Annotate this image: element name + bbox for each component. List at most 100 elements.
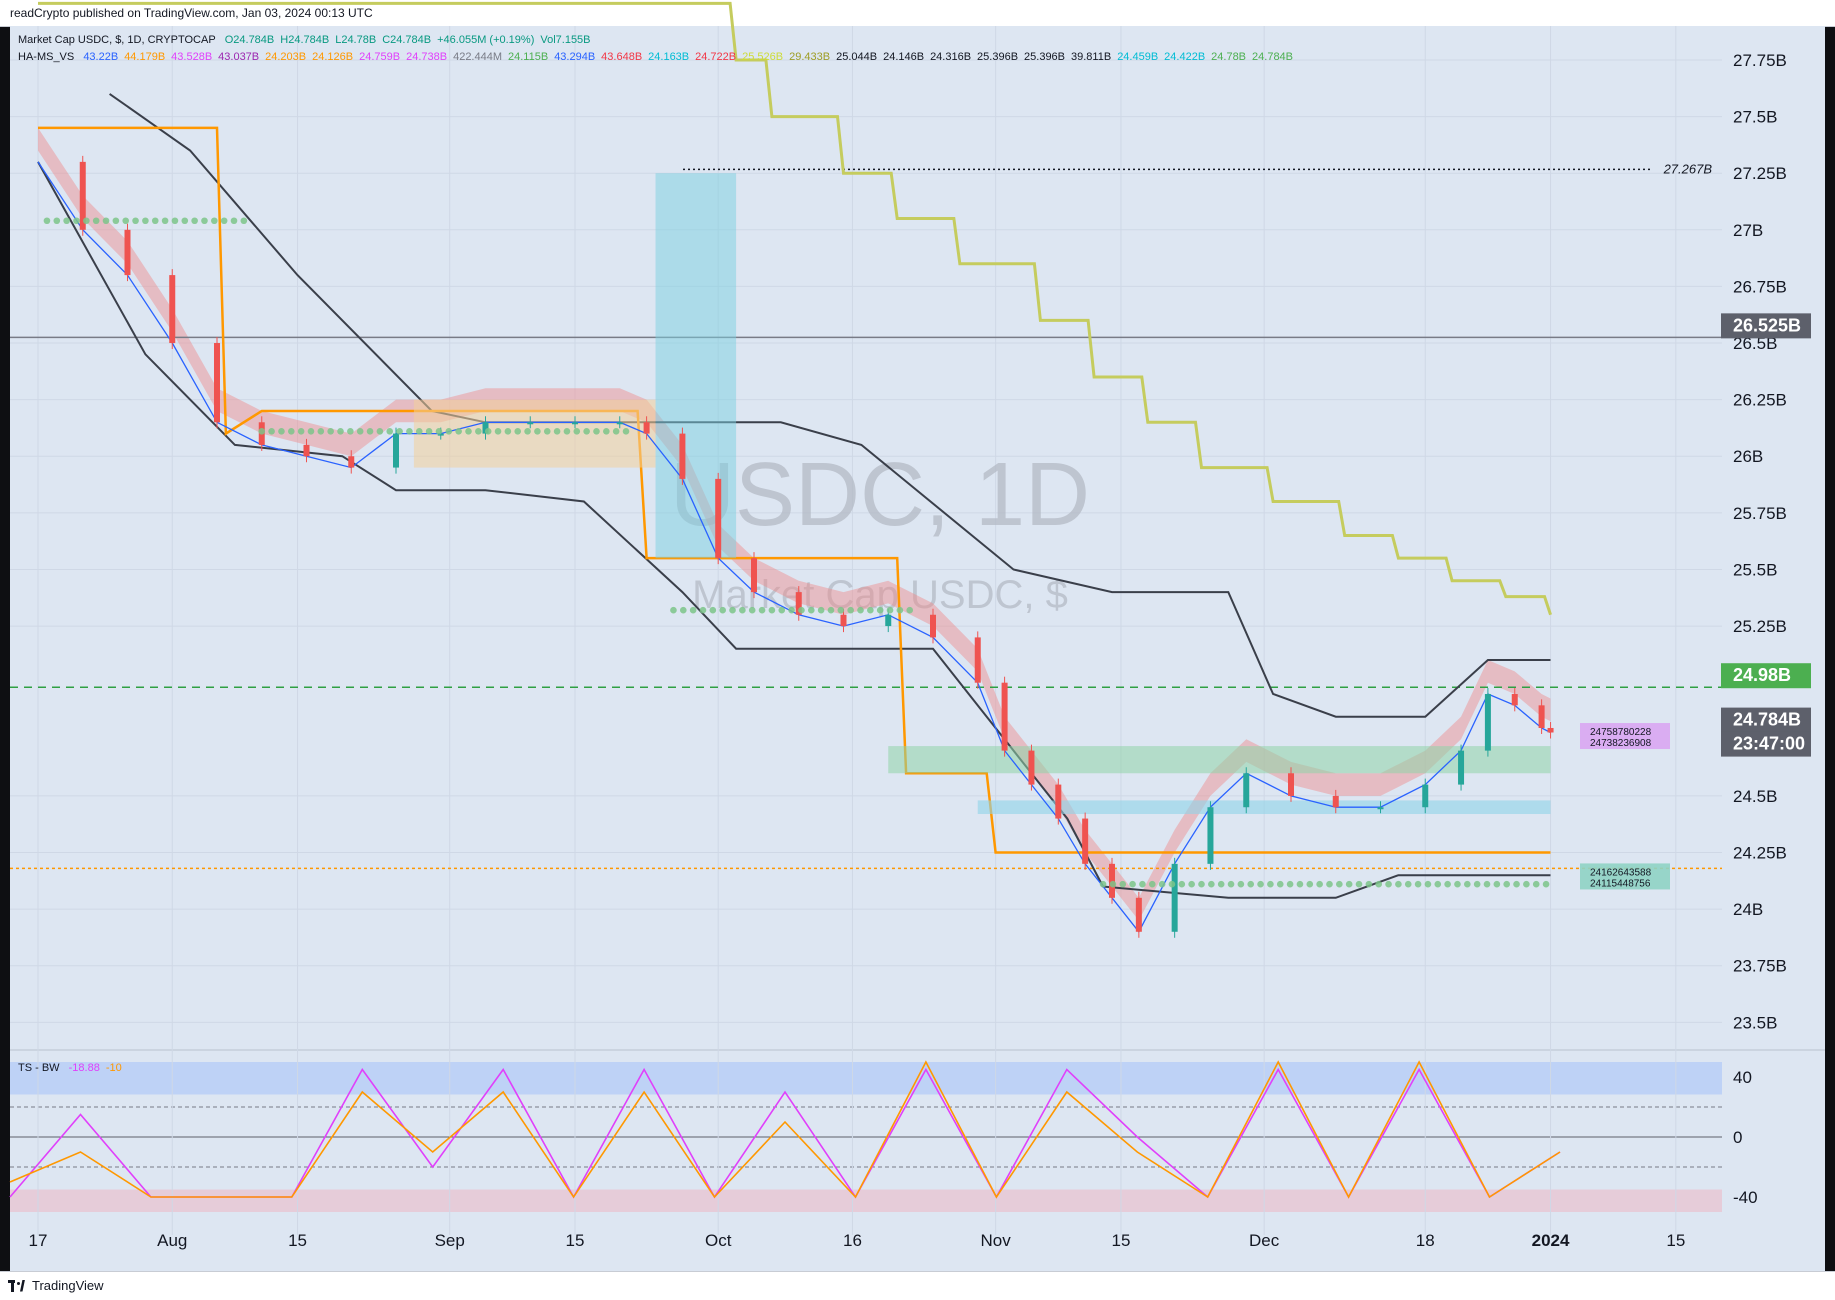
candle-body xyxy=(572,422,578,425)
oscillator-value: -10 xyxy=(105,1062,122,1074)
price-chart[interactable]: USDC, 1DMarket Cap USDC, $27.267B27.75B2… xyxy=(0,0,1835,1299)
indicator-value: 25.396B xyxy=(977,51,1019,63)
support-dot xyxy=(1395,880,1402,888)
support-dot xyxy=(689,606,697,614)
candle-body xyxy=(124,229,131,276)
y-tick-label: 26B xyxy=(1733,447,1763,466)
support-dot xyxy=(1208,880,1215,888)
support-dot xyxy=(366,428,374,435)
marker-label-text: 24162643588 xyxy=(1590,867,1652,878)
symbol-legend: Market Cap USDC, $, 1D, CRYPTOCAP O24.78… xyxy=(18,34,603,46)
x-tick-label: 15 xyxy=(1111,1231,1130,1250)
support-dot xyxy=(1464,880,1471,888)
indicator-value: 24.316B xyxy=(930,51,972,63)
support-dot xyxy=(1532,880,1540,888)
support-dot xyxy=(376,428,384,435)
support-dot xyxy=(504,428,512,435)
x-tick-label: 16 xyxy=(843,1231,862,1250)
support-dot xyxy=(876,606,884,614)
support-dot xyxy=(465,428,472,435)
support-dot xyxy=(278,428,285,435)
tradingview-label: TradingView xyxy=(32,1278,104,1293)
support-dot xyxy=(386,428,394,435)
ohlc-value: Vol7.155B xyxy=(540,34,591,46)
support-dot xyxy=(1483,880,1491,888)
x-tick-label: Sep xyxy=(435,1231,465,1250)
support-dot xyxy=(475,428,482,435)
indicator-value: 43.037B xyxy=(218,51,260,63)
indicator-name: HA-MS_VS xyxy=(18,51,75,63)
symbol-name: Market Cap USDC, $, 1D, CRYPTOCAP xyxy=(18,34,216,46)
candle-body xyxy=(616,422,623,425)
indicator-value: 24.126B xyxy=(312,51,354,63)
support-dot xyxy=(92,217,100,225)
price-badge-text: 24.784B xyxy=(1733,710,1801,730)
candle-body xyxy=(1207,807,1214,864)
ohlc-value: H24.784B xyxy=(280,34,330,46)
y-tick-label: 27B xyxy=(1733,221,1763,240)
candle-body xyxy=(1109,863,1115,898)
osc-tick-label: -40 xyxy=(1733,1188,1758,1207)
indicator-value: 24.422B xyxy=(1164,51,1206,63)
support-dot xyxy=(1424,880,1432,888)
candle-body xyxy=(1538,705,1545,728)
oscillator-values: -18.88 -10 xyxy=(69,1062,128,1074)
support-dot xyxy=(43,217,51,225)
support-dot xyxy=(1454,880,1461,888)
support-dot xyxy=(1148,880,1156,888)
support-dot xyxy=(142,217,149,225)
support-dot xyxy=(778,606,786,614)
support-dot xyxy=(709,606,717,614)
support-dot xyxy=(63,217,70,225)
support-dot xyxy=(151,217,159,225)
support-dot xyxy=(327,428,334,435)
candle-body xyxy=(1001,682,1008,751)
ohlc-value: L24.78B xyxy=(335,34,377,46)
support-dot xyxy=(396,428,403,435)
y-tick-label: 26.75B xyxy=(1733,277,1787,296)
candle-body xyxy=(715,478,722,559)
indicator-value: 43.294B xyxy=(554,51,596,63)
support-dot xyxy=(788,606,795,614)
y-tick-label: 25.75B xyxy=(1733,504,1787,523)
support-dot xyxy=(102,217,110,225)
support-dot xyxy=(297,428,305,435)
support-dot xyxy=(1493,880,1501,888)
candle-body xyxy=(1377,807,1384,810)
marker-label-text: 24115448756 xyxy=(1590,878,1651,889)
x-tick-label: Aug xyxy=(157,1231,187,1250)
price-badge-text: 26.525B xyxy=(1733,315,1801,335)
support-dot xyxy=(699,606,707,614)
support-dot xyxy=(1257,880,1264,888)
support-dot xyxy=(1365,880,1373,888)
candle-body xyxy=(348,456,355,468)
support-dot xyxy=(1099,880,1107,888)
support-dot xyxy=(1247,880,1255,888)
x-tick-label: Dec xyxy=(1249,1231,1280,1250)
candle-body xyxy=(1243,773,1250,808)
x-tick-label: Nov xyxy=(981,1231,1012,1250)
y-tick-label: 27.25B xyxy=(1733,164,1787,183)
support-dot xyxy=(573,428,581,435)
indicator-values: 43.22B 44.179B 43.528B 43.037B 24.203B 24.126… xyxy=(83,51,1299,63)
support-dot xyxy=(258,428,266,435)
support-dot xyxy=(1542,880,1550,888)
support-dot xyxy=(1276,880,1284,888)
support-dot xyxy=(612,428,620,435)
support-dot xyxy=(347,428,354,435)
indicator-value: 25.396B xyxy=(1024,51,1066,63)
support-dot xyxy=(1404,880,1412,888)
support-dot xyxy=(1119,880,1127,888)
support-dot xyxy=(161,217,169,225)
oversold-zone xyxy=(10,1189,1722,1212)
candle-body xyxy=(527,422,534,425)
price-line xyxy=(37,161,1551,933)
support-dot xyxy=(112,217,120,225)
indicator-value: 39.811B xyxy=(1071,51,1112,63)
support-dot xyxy=(1513,880,1520,888)
support-dot xyxy=(603,428,610,435)
price-badge-text: 23:47:00 xyxy=(1733,734,1805,754)
tradingview-logo[interactable]: TradingView xyxy=(8,1278,104,1293)
indicator-value: 24.722B xyxy=(695,51,737,63)
support-dot xyxy=(494,428,502,435)
